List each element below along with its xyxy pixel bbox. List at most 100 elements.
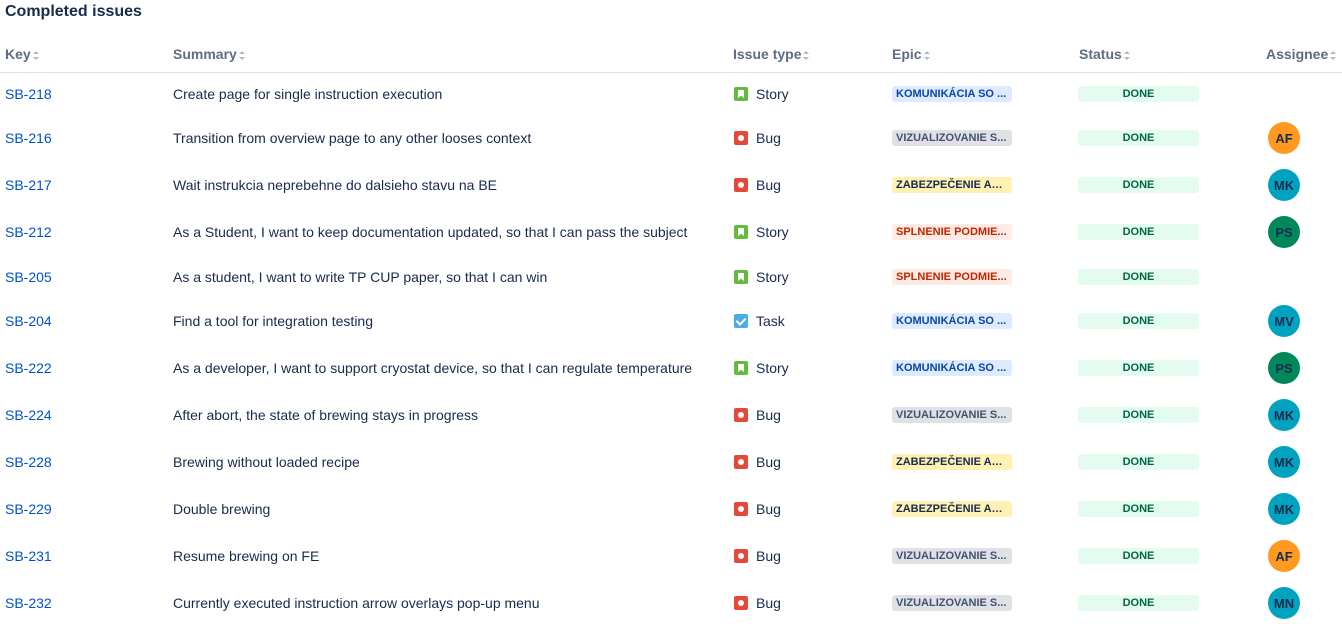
sort-icon <box>803 50 810 60</box>
column-header-epic[interactable]: Epic <box>892 46 930 62</box>
epic-lozenge[interactable]: KOMUNIKÁCIA SO ... <box>892 86 1012 102</box>
epic-cell: VIZUALIZOVANIE S... <box>892 118 1012 158</box>
issue-key-link[interactable]: SB-232 <box>5 583 52 623</box>
sort-icon <box>923 50 930 60</box>
issue-type-label: Story <box>756 360 789 376</box>
assignee-cell: MK <box>1268 489 1300 529</box>
epic-lozenge[interactable]: ZABEZPEČENIE AUT... <box>892 454 1012 470</box>
sort-icon <box>238 50 245 60</box>
table-row[interactable]: SB-212 As a Student, I want to keep docum… <box>0 212 1342 252</box>
avatar[interactable]: MN <box>1268 587 1300 619</box>
avatar[interactable]: MK <box>1268 169 1300 201</box>
issue-summary: After abort, the state of brewing stays … <box>173 407 479 423</box>
epic-lozenge[interactable]: VIZUALIZOVANIE S... <box>892 595 1012 611</box>
status-cell: DONE <box>1078 489 1199 529</box>
assignee-cell: PS <box>1268 212 1300 252</box>
section-title: Completed issues <box>5 3 142 20</box>
issue-type-label: Bug <box>756 407 781 423</box>
column-header-status[interactable]: Status <box>1079 46 1130 62</box>
issue-summary: Brewing without loaded recipe <box>173 454 360 470</box>
avatar[interactable]: MK <box>1268 493 1300 525</box>
issue-type: Story <box>734 348 789 388</box>
epic-cell: VIZUALIZOVANIE S... <box>892 395 1012 435</box>
table-row[interactable]: SB-205 As a student, I want to write TP C… <box>0 257 1342 297</box>
issue-key-link[interactable]: SB-222 <box>5 348 52 388</box>
epic-lozenge[interactable]: KOMUNIKÁCIA SO ... <box>892 313 1012 329</box>
table-row[interactable]: SB-204 Find a tool for integration testin… <box>0 301 1342 341</box>
status-badge: DONE <box>1078 501 1199 517</box>
issue-type: Bug <box>734 395 781 435</box>
epic-lozenge[interactable]: SPLNENIE PODMIE... <box>892 269 1012 285</box>
table-row[interactable]: SB-222 As a developer, I want to support … <box>0 348 1342 388</box>
avatar[interactable]: AF <box>1268 540 1300 572</box>
status-cell: DONE <box>1078 257 1199 297</box>
column-header-issue-type[interactable]: Issue type <box>733 46 810 62</box>
issue-key-link[interactable]: SB-212 <box>5 212 52 252</box>
epic-lozenge[interactable]: VIZUALIZOVANIE S... <box>892 130 1012 146</box>
sort-icon <box>1330 50 1337 60</box>
issue-summary: As a Student, I want to keep documentati… <box>173 224 688 240</box>
epic-cell: KOMUNIKÁCIA SO ... <box>892 301 1012 341</box>
epic-lozenge[interactable]: VIZUALIZOVANIE S... <box>892 548 1012 564</box>
assignee-cell: AF <box>1268 536 1300 576</box>
avatar[interactable]: MK <box>1268 399 1300 431</box>
status-badge: DONE <box>1078 177 1199 193</box>
story-icon <box>734 87 748 101</box>
issue-summary: As a student, I want to write TP CUP pap… <box>173 269 548 285</box>
avatar[interactable]: MK <box>1268 446 1300 478</box>
status-badge: DONE <box>1078 86 1199 102</box>
bug-icon <box>734 455 748 469</box>
status-cell: DONE <box>1078 212 1199 252</box>
task-icon <box>734 314 748 328</box>
assignee-cell: AF <box>1268 118 1300 158</box>
issue-key-link[interactable]: SB-228 <box>5 442 52 482</box>
avatar[interactable]: PS <box>1268 216 1300 248</box>
status-badge: DONE <box>1078 269 1199 285</box>
issue-type-label: Bug <box>756 548 781 564</box>
status-badge: DONE <box>1078 224 1199 240</box>
issue-type-label: Story <box>756 269 789 285</box>
sort-icon <box>1123 50 1130 60</box>
assignee-cell: MN <box>1268 583 1300 623</box>
issue-key-link[interactable]: SB-231 <box>5 536 52 576</box>
assignee-cell: MK <box>1268 442 1300 482</box>
status-badge: DONE <box>1078 595 1199 611</box>
avatar[interactable]: AF <box>1268 122 1300 154</box>
issue-summary: Double brewing <box>173 501 271 517</box>
status-cell: DONE <box>1078 74 1199 114</box>
story-icon <box>734 225 748 239</box>
issue-key-link[interactable]: SB-229 <box>5 489 52 529</box>
issue-key-link[interactable]: SB-216 <box>5 118 52 158</box>
epic-lozenge[interactable]: VIZUALIZOVANIE S... <box>892 407 1012 423</box>
issue-summary: As a developer, I want to support cryost… <box>173 360 693 376</box>
epic-cell: ZABEZPEČENIE AUT... <box>892 442 1012 482</box>
table-row[interactable]: SB-228 Brewing without loaded recipe Bug ZA… <box>0 442 1342 482</box>
issue-type-label: Bug <box>756 177 781 193</box>
table-row[interactable]: SB-229 Double brewing Bug ZABEZPEČENIE AUT.… <box>0 489 1342 529</box>
column-header-key[interactable]: Key <box>5 46 39 62</box>
column-header-summary[interactable]: Summary <box>173 46 245 62</box>
issue-key-link[interactable]: SB-224 <box>5 395 52 435</box>
table-row[interactable]: SB-218 Create page for single instruction… <box>0 74 1342 114</box>
epic-lozenge[interactable]: ZABEZPEČENIE AUT... <box>892 177 1012 193</box>
table-row[interactable]: SB-224 After abort, the state of brewing … <box>0 395 1342 435</box>
table-row[interactable]: SB-216 Transition from overview page to a… <box>0 118 1342 158</box>
issue-type: Bug <box>734 442 781 482</box>
epic-cell: ZABEZPEČENIE AUT... <box>892 489 1012 529</box>
column-header-assignee[interactable]: Assignee <box>1266 46 1337 62</box>
table-row[interactable]: SB-232 Currently executed instruction arr… <box>0 583 1342 623</box>
avatar[interactable]: PS <box>1268 352 1300 384</box>
issue-key-link[interactable]: SB-218 <box>5 74 52 114</box>
epic-lozenge[interactable]: KOMUNIKÁCIA SO ... <box>892 360 1012 376</box>
table-row[interactable]: SB-217 Wait instrukcia neprebehne do dals… <box>0 165 1342 205</box>
epic-lozenge[interactable]: ZABEZPEČENIE AUT... <box>892 501 1012 517</box>
issue-summary: Create page for single instruction execu… <box>173 86 443 102</box>
avatar[interactable]: MV <box>1268 305 1300 337</box>
issue-key-link[interactable]: SB-204 <box>5 301 52 341</box>
epic-lozenge[interactable]: SPLNENIE PODMIE... <box>892 224 1012 240</box>
issue-key-link[interactable]: SB-205 <box>5 257 52 297</box>
issue-key-link[interactable]: SB-217 <box>5 165 52 205</box>
column-header-assignee-label: Assignee <box>1266 46 1329 62</box>
status-cell: DONE <box>1078 165 1199 205</box>
table-row[interactable]: SB-231 Resume brewing on FE Bug VIZUALIZOVA… <box>0 536 1342 576</box>
